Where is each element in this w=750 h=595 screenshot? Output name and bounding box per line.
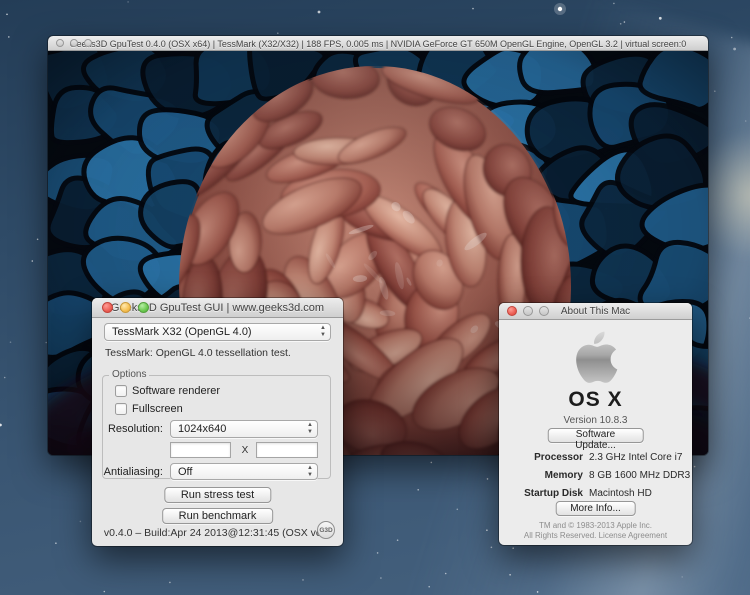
run-stress-test-button[interactable]: Run stress test (163, 487, 272, 503)
resolution-separator: X (241, 445, 249, 456)
select-arrows-icon: ▲ ▼ (307, 422, 313, 435)
fullscreen-checkbox[interactable]: Fullscreen (115, 403, 183, 415)
test-description: TessMark: OpenGL 4.0 tessellation test. (105, 347, 291, 359)
render-window-titlebar[interactable]: Geeks3D GpuTest 0.4.0 (OSX x64) | TessMa… (48, 36, 708, 51)
more-info-button[interactable]: More Info... (555, 501, 636, 516)
software-renderer-label: Software renderer (132, 385, 221, 397)
gui-window-titlebar[interactable]: Geeks3D GpuTest GUI | www.geeks3d.com (92, 298, 343, 318)
antialiasing-value: Off (178, 465, 193, 478)
fullscreen-label: Fullscreen (132, 403, 183, 415)
render-window-title: Geeks3D GpuTest 0.4.0 (OSX x64) | TessMa… (69, 39, 687, 49)
spec-row-startup-disk: Startup Disk Macintosh HD (524, 488, 652, 499)
minimize-button[interactable] (523, 306, 533, 316)
window-controls (507, 306, 549, 316)
antialiasing-select[interactable]: Off ▲ ▼ (170, 463, 318, 480)
system-specs: Processor 2.3 GHz Intel Core i7 Memory 8… (499, 452, 692, 499)
software-update-button[interactable]: Software Update... (547, 428, 644, 451)
g3d-logo: G3D (317, 521, 335, 539)
options-groupbox: Options Software renderer Fullscreen Res… (102, 369, 331, 480)
checkbox-icon (115, 385, 127, 397)
antialiasing-label: Antialiasing: (103, 466, 163, 478)
minimize-button[interactable] (120, 302, 131, 313)
os-version: Version 10.8.3 (563, 415, 628, 426)
build-version-text: v0.4.0 – Build:Apr 24 2013@12:31:45 (OSX… (103, 527, 332, 539)
close-button[interactable] (507, 306, 517, 316)
close-button[interactable] (56, 39, 64, 47)
select-arrows-icon: ▲ ▼ (307, 465, 313, 478)
window-controls (102, 302, 149, 313)
run-benchmark-button[interactable]: Run benchmark (161, 508, 274, 524)
options-label: Options (109, 369, 150, 380)
about-this-mac-window: About This Mac OS X Version 10.8.3 Softw… (499, 303, 692, 545)
resolution-select[interactable]: 1024x640 ▲ ▼ (170, 420, 318, 438)
zoom-button[interactable] (138, 302, 149, 313)
checkbox-icon (115, 403, 127, 415)
zoom-button[interactable] (539, 306, 549, 316)
software-renderer-checkbox[interactable]: Software renderer (115, 385, 220, 397)
zoom-button[interactable] (84, 39, 92, 47)
window-controls (56, 39, 92, 47)
gputest-gui-window: Geeks3D GpuTest GUI | www.geeks3d.com Te… (92, 298, 343, 546)
about-window-titlebar[interactable]: About This Mac (499, 303, 692, 320)
resolution-value: 1024x640 (178, 423, 227, 435)
apple-logo-icon (575, 331, 617, 383)
os-name: OS X (568, 388, 623, 411)
select-arrows-icon: ▲ ▼ (320, 325, 326, 338)
test-select[interactable]: TessMark X32 (OpenGL 4.0) ▲ ▼ (104, 323, 331, 341)
resolution-label: Resolution: (107, 423, 163, 435)
copyright-text: TM and © 1983-2013 Apple Inc. All Rights… (523, 521, 668, 540)
test-select-value: TessMark X32 (OpenGL 4.0) (112, 326, 252, 338)
custom-height-input[interactable] (256, 442, 318, 458)
custom-width-input[interactable] (170, 442, 231, 458)
minimize-button[interactable] (70, 39, 78, 47)
close-button[interactable] (102, 302, 113, 313)
spec-row-memory: Memory 8 GB 1600 MHz DDR3 (544, 470, 691, 481)
spec-row-processor: Processor 2.3 GHz Intel Core i7 (534, 452, 683, 463)
